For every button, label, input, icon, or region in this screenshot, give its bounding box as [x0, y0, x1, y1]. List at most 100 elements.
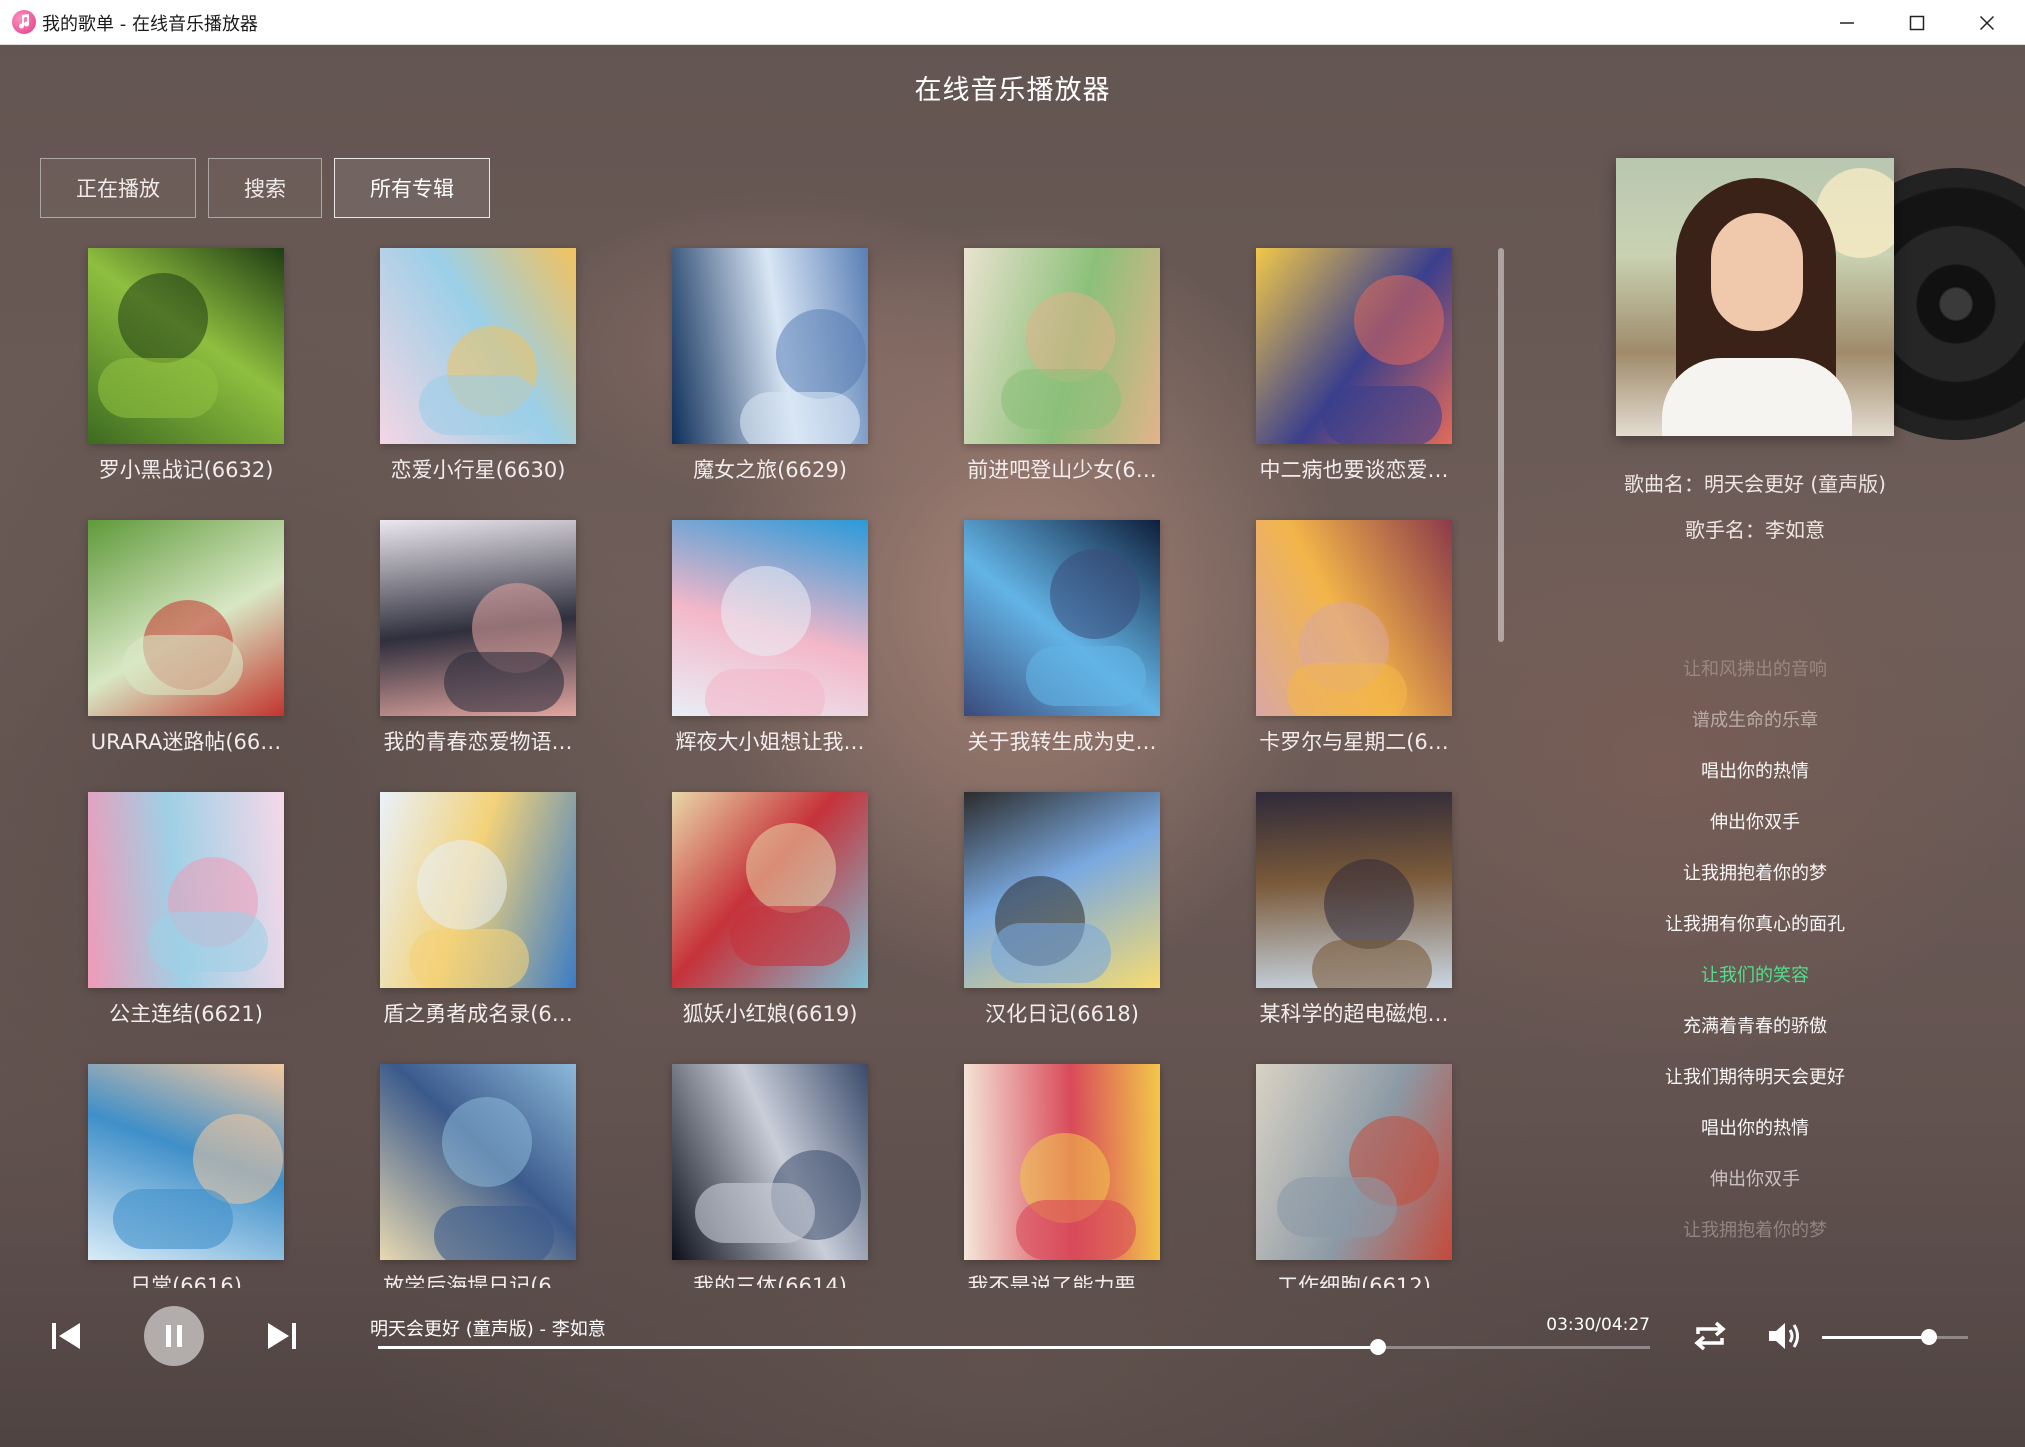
album-cover[interactable] — [1256, 792, 1452, 988]
album-grid-scrollbar-thumb[interactable] — [1498, 248, 1504, 642]
album-title[interactable]: 辉夜大小姐想让我… — [624, 726, 916, 756]
album-title[interactable]: 汉化日记(6618) — [916, 998, 1208, 1028]
volume-button[interactable] — [1762, 1314, 1806, 1358]
album-cover[interactable] — [380, 520, 576, 716]
album-title[interactable]: URARA迷路帖(66… — [40, 726, 332, 756]
album-card[interactable]: 魔女之旅(6629) — [624, 244, 916, 517]
progress-bar[interactable] — [378, 1339, 1650, 1355]
next-button[interactable] — [262, 1316, 302, 1356]
album-cover[interactable] — [672, 1064, 868, 1260]
album-title[interactable]: 魔女之旅(6629) — [624, 454, 916, 484]
album-title[interactable]: 恋爱小行星(6630) — [332, 454, 624, 484]
album-title[interactable]: 某科学的超电磁炮… — [1208, 998, 1490, 1028]
repeat-button[interactable] — [1688, 1314, 1732, 1358]
progress-handle[interactable] — [1369, 1339, 1386, 1355]
next-icon — [268, 1323, 296, 1349]
close-button[interactable] — [1952, 0, 2022, 45]
album-cover[interactable] — [964, 792, 1160, 988]
album-card[interactable]: 狐妖小红娘(6619) — [624, 788, 916, 1061]
lyric-line: 让我们期待明天会更好 — [1665, 1067, 1845, 1088]
album-cover[interactable] — [672, 520, 868, 716]
album-cover[interactable] — [88, 1064, 284, 1260]
lyric-line: 让和风拂出的音响 — [1683, 659, 1827, 680]
album-cover[interactable] — [964, 520, 1160, 716]
album-title[interactable]: 中二病也要谈恋爱… — [1208, 454, 1490, 484]
previous-button[interactable] — [46, 1316, 86, 1356]
album-title[interactable]: 我的青春恋爱物语… — [332, 726, 624, 756]
album-cover[interactable] — [964, 248, 1160, 444]
album-title[interactable]: 关于我转生成为史… — [916, 726, 1208, 756]
album-title[interactable]: 我的三体(6614) — [624, 1270, 916, 1288]
album-title[interactable]: 公主连结(6621) — [40, 998, 332, 1028]
album-card[interactable]: 放学后海堤日记(6… — [332, 1060, 624, 1288]
album-title[interactable]: 狐妖小红娘(6619) — [624, 998, 916, 1028]
lyric-line: 让我拥抱着你的梦 — [1683, 863, 1827, 884]
lyric-line: 让我拥有你真心的面孔 — [1665, 914, 1845, 935]
minimize-button[interactable] — [1812, 0, 1882, 45]
album-card[interactable]: 盾之勇者成名录(6… — [332, 788, 624, 1061]
album-card[interactable]: 汉化日记(6618) — [916, 788, 1208, 1061]
album-card[interactable]: 我的青春恋爱物语… — [332, 516, 624, 789]
album-cover[interactable] — [964, 1064, 1160, 1260]
song-name-label: 歌曲名：明天会更好 (童声版) — [1624, 472, 1886, 496]
album-card[interactable]: 工作细胞(6612) — [1208, 1060, 1490, 1288]
album-grid: 罗小黑战记(6632) 恋爱小行星(6630) 魔女之旅(6629) 前进吧登山少女(… — [40, 244, 1490, 1288]
album-title[interactable]: 卡罗尔与星期二(6… — [1208, 726, 1490, 756]
artist-name-label: 歌手名：李如意 — [1685, 518, 1825, 542]
lyric-line: 让我拥抱着你的梦 — [1683, 1220, 1827, 1241]
lyric-line: 唱出你的热情 — [1701, 761, 1809, 782]
album-card[interactable]: 关于我转生成为史… — [916, 516, 1208, 789]
album-cover[interactable] — [1256, 1064, 1452, 1260]
volume-fill — [1822, 1336, 1929, 1339]
maximize-icon — [1909, 15, 1925, 30]
album-card[interactable]: 我不是说了能力要… — [916, 1060, 1208, 1288]
volume-handle[interactable] — [1920, 1329, 1937, 1345]
album-cover[interactable] — [380, 248, 576, 444]
album-card[interactable]: 中二病也要谈恋爱… — [1208, 244, 1490, 517]
maximize-button[interactable] — [1882, 0, 1952, 45]
album-title[interactable]: 罗小黑战记(6632) — [40, 454, 332, 484]
album-cover[interactable] — [672, 248, 868, 444]
previous-icon — [52, 1323, 80, 1349]
close-icon — [1979, 15, 1995, 30]
minimize-icon — [1840, 21, 1854, 24]
album-title[interactable]: 前进吧登山少女(6… — [916, 454, 1208, 484]
album-cover[interactable] — [88, 520, 284, 716]
lyric-line: 伸出你双手 — [1710, 812, 1800, 833]
album-card[interactable]: 卡罗尔与星期二(6… — [1208, 516, 1490, 789]
album-card[interactable]: 辉夜大小姐想让我… — [624, 516, 916, 789]
repeat-icon — [1694, 1321, 1726, 1351]
album-card[interactable]: 某科学的超电磁炮… — [1208, 788, 1490, 1061]
lyric-line: 伸出你双手 — [1710, 1169, 1800, 1190]
album-card[interactable]: 恋爱小行星(6630) — [332, 244, 624, 517]
album-cover[interactable] — [1256, 520, 1452, 716]
tab-all-albums[interactable]: 所有专辑 — [334, 158, 490, 218]
album-cover[interactable] — [380, 792, 576, 988]
music-note-icon — [12, 10, 36, 34]
album-card[interactable]: 罗小黑战记(6632) — [40, 244, 332, 517]
album-title[interactable]: 工作细胞(6612) — [1208, 1270, 1490, 1288]
album-card[interactable]: 前进吧登山少女(6… — [916, 244, 1208, 517]
album-title[interactable]: 日常(6616) — [40, 1270, 332, 1288]
tab-now-playing[interactable]: 正在播放 — [40, 158, 196, 218]
album-card[interactable]: 公主连结(6621) — [40, 788, 332, 1061]
tab-search[interactable]: 搜索 — [208, 158, 322, 218]
playback-time: 03:30/04:27 — [1546, 1315, 1650, 1335]
album-cover[interactable] — [1256, 248, 1452, 444]
album-card[interactable]: URARA迷路帖(66… — [40, 516, 332, 789]
album-card[interactable]: 我的三体(6614) — [624, 1060, 916, 1288]
album-cover[interactable] — [88, 248, 284, 444]
pause-button[interactable] — [144, 1306, 204, 1366]
volume-icon — [1769, 1323, 1799, 1349]
album-cover[interactable] — [672, 792, 868, 988]
album-title[interactable]: 我不是说了能力要… — [916, 1270, 1208, 1288]
album-title[interactable]: 盾之勇者成名录(6… — [332, 998, 624, 1028]
album-title[interactable]: 放学后海堤日记(6… — [332, 1270, 624, 1288]
album-cover[interactable] — [380, 1064, 576, 1260]
album-card[interactable]: 日常(6616) — [40, 1060, 332, 1288]
volume-slider[interactable] — [1822, 1329, 1968, 1345]
app-header-title: 在线音乐播放器 — [914, 75, 1111, 106]
album-cover[interactable] — [88, 792, 284, 988]
lyric-line: 谱成生命的乐章 — [1692, 710, 1818, 731]
lyric-line: 让我们的笑容 — [1701, 965, 1809, 986]
